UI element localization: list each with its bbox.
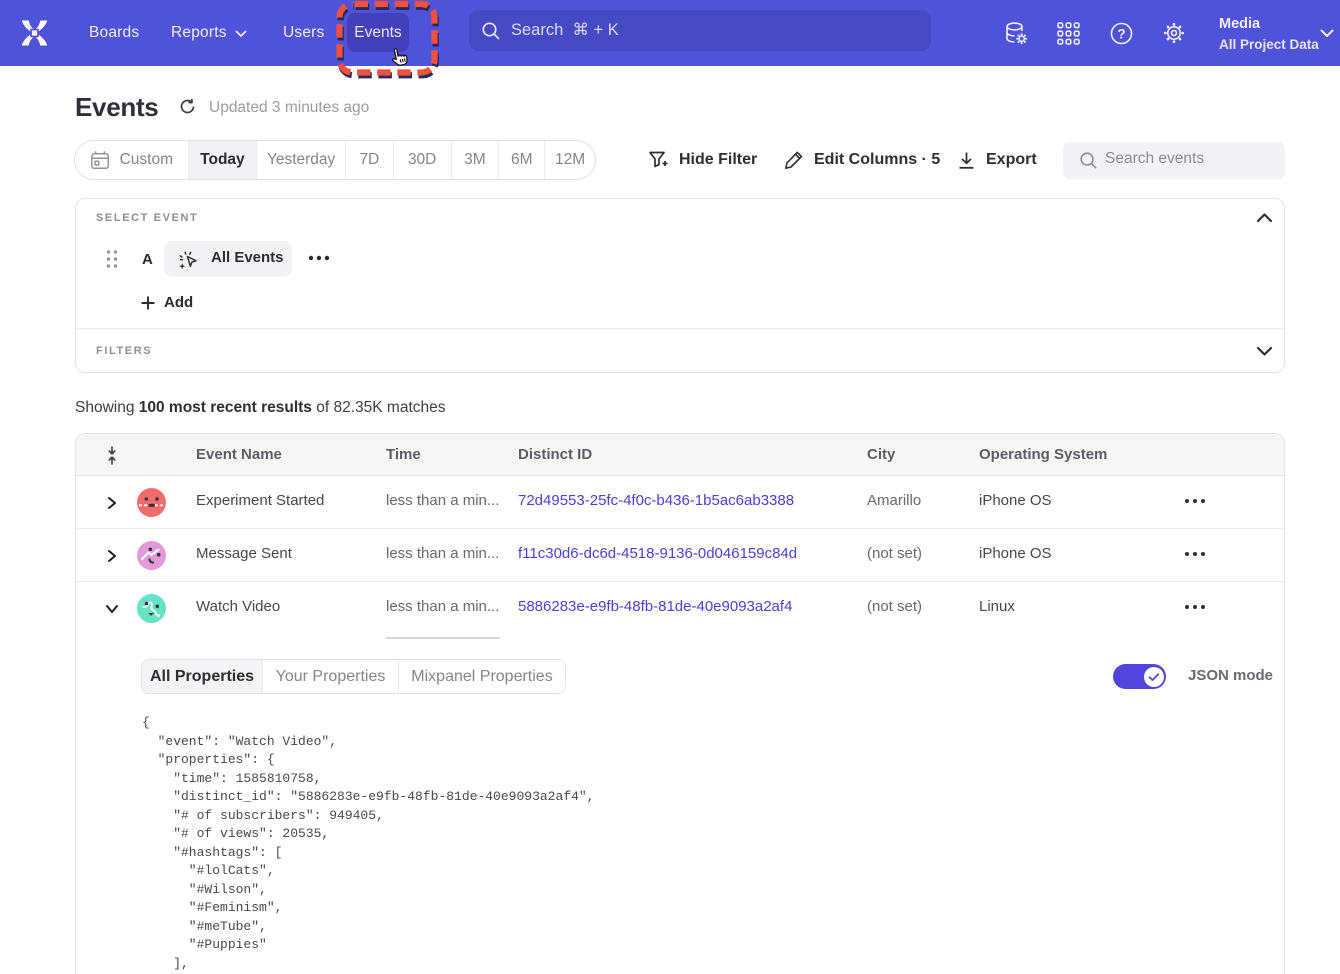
svg-text:?: ?: [1117, 26, 1125, 41]
